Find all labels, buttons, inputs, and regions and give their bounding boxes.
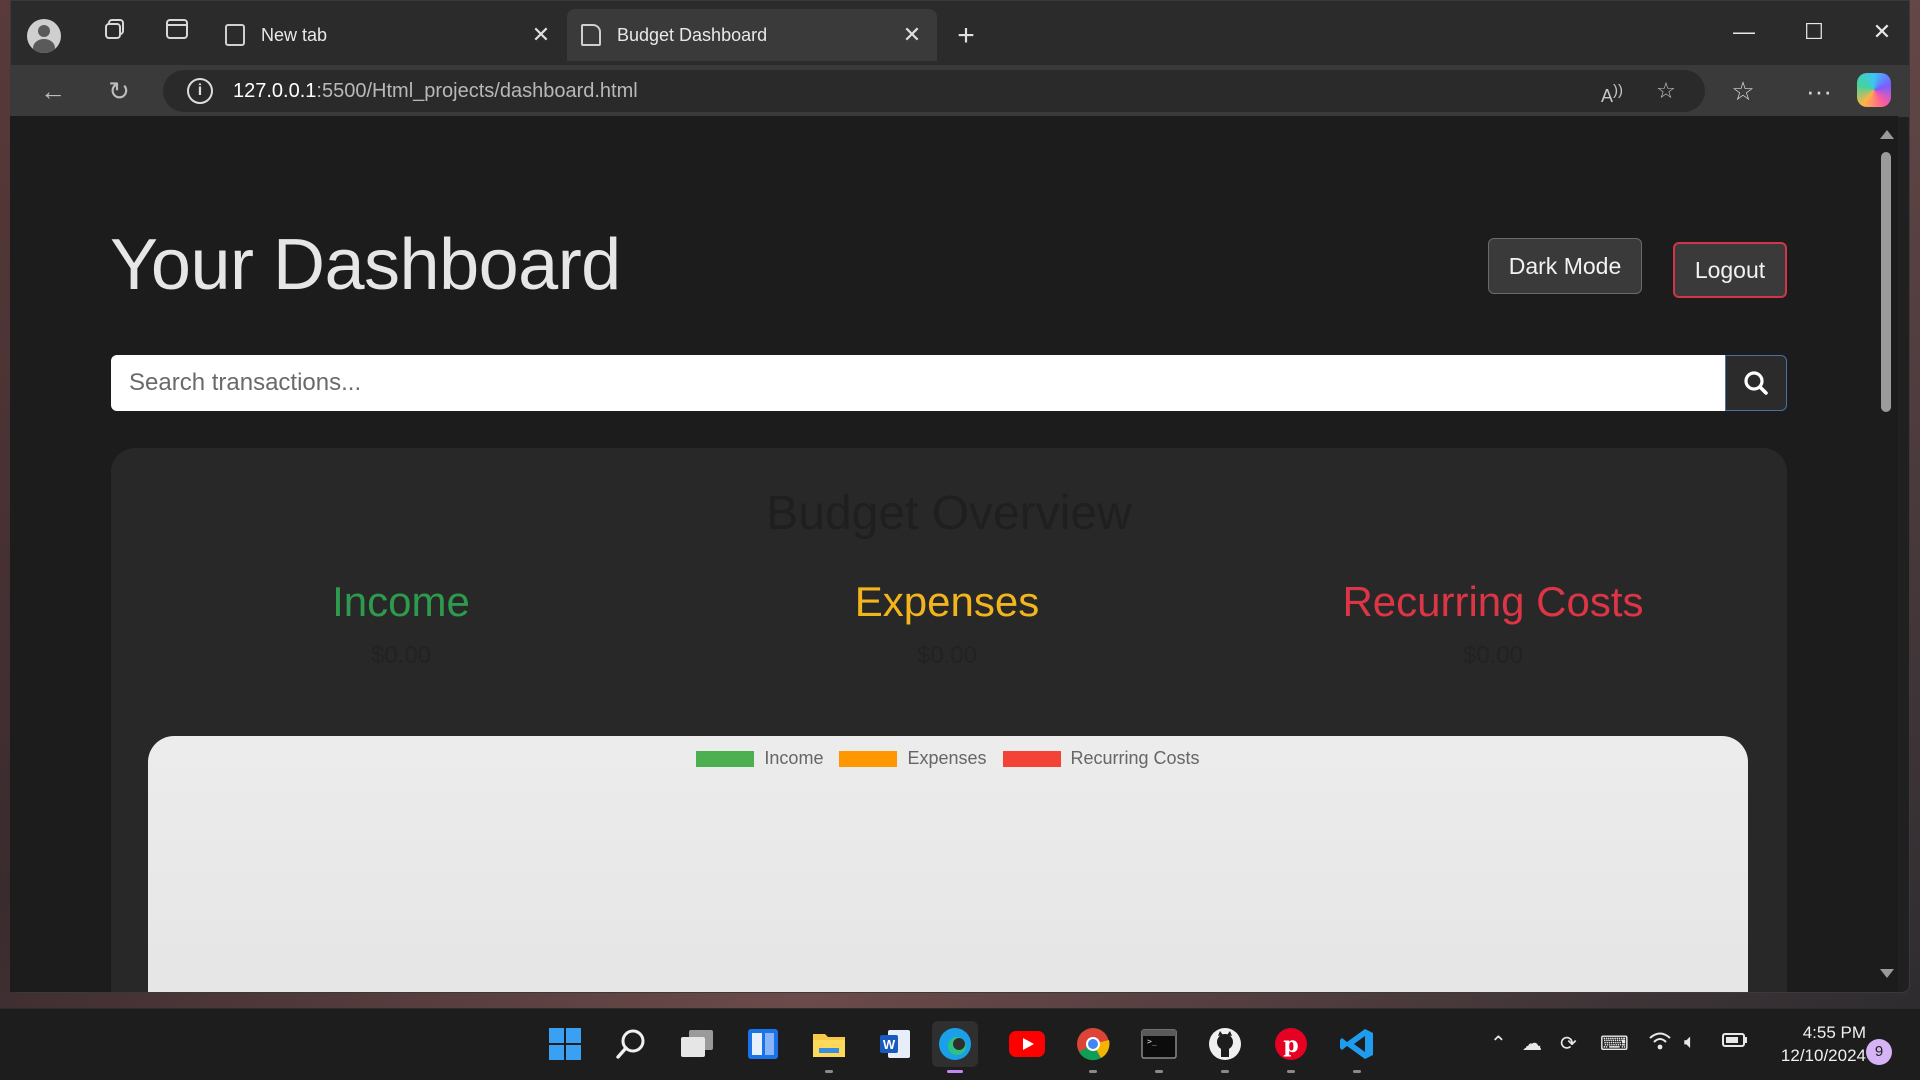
widgets-icon[interactable] [740, 1021, 786, 1067]
copilot-icon[interactable] [1857, 73, 1891, 107]
recurring-costs-label: Recurring Costs [1342, 578, 1644, 625]
budget-overview-card: Budget Overview Income $0.00 Expenses $0… [111, 448, 1787, 992]
expenses-stat: Expenses $0.00 [677, 578, 1217, 670]
favorites-icon[interactable]: ☆ [1725, 73, 1761, 109]
scroll-down-icon[interactable] [1880, 969, 1894, 978]
document-icon [581, 24, 601, 46]
new-tab-page-icon [225, 24, 245, 46]
legend-swatch [696, 750, 755, 767]
page-scrollbar[interactable] [1874, 116, 1898, 992]
url-host: 127.0.0.1 [233, 79, 317, 102]
vscode-icon[interactable] [1334, 1021, 1380, 1073]
legend-label: Recurring Costs [1070, 748, 1200, 768]
running-indicator [947, 1070, 963, 1073]
url-path: :5500/Html_projects/dashboard.html [316, 79, 638, 102]
legend-swatch [839, 750, 898, 767]
file-explorer-icon[interactable] [806, 1021, 852, 1073]
site-info-icon[interactable]: i [187, 78, 213, 104]
svg-text:W: W [883, 1037, 896, 1052]
legend-label: Income [764, 748, 824, 768]
github-icon[interactable] [1202, 1021, 1248, 1073]
running-indicator [1287, 1070, 1295, 1073]
onedrive-error-icon[interactable]: ☁ [1522, 1031, 1542, 1056]
running-indicator [1221, 1070, 1229, 1073]
pinterest-icon[interactable]: p [1268, 1021, 1314, 1073]
edge-icon[interactable] [932, 1021, 978, 1073]
chevron-up-icon[interactable]: ⌃ [1490, 1031, 1507, 1056]
tab-budget-dashboard[interactable]: Budget Dashboard ✕ [567, 9, 937, 61]
close-window-icon[interactable]: ✕ [1859, 15, 1905, 49]
recurring-costs-amount: $0.00 [1462, 642, 1524, 669]
svg-text:>_: >_ [1147, 1037, 1157, 1046]
svg-text:p: p [1283, 1032, 1298, 1058]
volume-icon[interactable]: 🔈︎ [1684, 1031, 1696, 1054]
expenses-label: Expenses [854, 578, 1040, 625]
back-icon[interactable]: ← [35, 73, 71, 109]
logout-button[interactable]: Logout [1673, 242, 1787, 298]
scrollbar-thumb[interactable] [1881, 152, 1891, 412]
tab-label: Budget Dashboard [617, 24, 768, 45]
income-amount: $0.00 [370, 642, 432, 669]
address-bar[interactable]: i 127.0.0.1:5500/Html_projects/dashboard… [163, 70, 1705, 112]
page-viewport: Your Dashboard Dark Mode Logout Budget O… [10, 116, 1874, 992]
terminal-icon[interactable]: >_ [1136, 1021, 1182, 1073]
system-clock[interactable]: 4:55 PM 12/10/2024 [1766, 1021, 1866, 1067]
expenses-amount: $0.00 [916, 642, 978, 669]
wifi-icon[interactable] [1648, 1031, 1672, 1057]
scroll-up-icon[interactable] [1880, 130, 1894, 139]
sync-icon[interactable]: ⟳ [1560, 1031, 1577, 1056]
income-stat: Income $0.00 [131, 578, 671, 670]
workspaces-icon[interactable] [99, 17, 131, 49]
start-icon[interactable] [542, 1021, 588, 1067]
legend-item-expenses[interactable]: Expenses [839, 748, 987, 769]
close-tab-icon[interactable]: ✕ [899, 22, 925, 48]
running-indicator [1155, 1070, 1163, 1073]
page-title: Your Dashboard [110, 225, 621, 305]
legend-label: Expenses [907, 748, 987, 768]
chart-legend: Income Expenses Recurring Costs [148, 748, 1748, 769]
browser-toolbar: ← ↻ i 127.0.0.1:5500/Html_projects/dashb… [11, 65, 1909, 117]
tab-label: New tab [261, 24, 328, 45]
running-indicator [825, 1070, 833, 1073]
refresh-icon[interactable]: ↻ [101, 73, 137, 109]
word-icon[interactable]: W [872, 1021, 918, 1067]
clock-time: 4:55 PM [1802, 1023, 1866, 1042]
running-indicator [1353, 1070, 1361, 1073]
running-indicator [1089, 1070, 1097, 1073]
search-button[interactable] [1725, 355, 1787, 411]
minimize-icon[interactable]: — [1721, 15, 1767, 49]
chrome-icon[interactable] [1070, 1021, 1116, 1073]
search-bar [111, 355, 1787, 411]
clock-date: 12/10/2024 [1780, 1046, 1866, 1065]
more-options-icon[interactable]: ··· [1801, 73, 1837, 109]
close-tab-icon[interactable]: ✕ [528, 22, 554, 48]
new-tab-button[interactable]: + [949, 19, 983, 53]
favorite-star-icon[interactable]: ☆ [1649, 74, 1683, 108]
search-input[interactable] [111, 355, 1725, 411]
income-label: Income [332, 578, 470, 625]
notification-badge[interactable]: 9 [1866, 1039, 1892, 1065]
vertical-tabs-icon[interactable] [161, 17, 193, 49]
recurring-costs-stat: Recurring Costs $0.00 [1223, 578, 1763, 670]
task-view-icon[interactable] [674, 1021, 720, 1067]
battery-icon[interactable] [1722, 1031, 1748, 1054]
profile-icon[interactable] [27, 19, 61, 53]
tab-new-tab[interactable]: New tab ✕ [211, 9, 566, 61]
legend-item-income[interactable]: Income [696, 748, 823, 769]
legend-swatch [1002, 750, 1061, 767]
taskbar: W >_ p ⌃ ☁ ⟳ ⌨ 🔈︎ 4:55 PM 12/10/2024 9 [0, 1008, 1920, 1080]
search-icon[interactable] [608, 1021, 654, 1067]
keyboard-icon[interactable]: ⌨ [1600, 1031, 1629, 1056]
dark-mode-button[interactable]: Dark Mode [1488, 238, 1642, 294]
read-aloud-icon[interactable]: A)) [1595, 74, 1629, 108]
maximize-icon[interactable]: ☐ [1791, 15, 1837, 49]
budget-chart: Income Expenses Recurring Costs [148, 736, 1748, 992]
tab-bar: New tab ✕ Budget Dashboard ✕ + — ☐ ✕ [11, 1, 1909, 65]
youtube-icon[interactable] [1004, 1021, 1050, 1067]
legend-item-recurring-costs[interactable]: Recurring Costs [1002, 748, 1200, 769]
search-icon [1744, 371, 1768, 395]
overview-title: Budget Overview [766, 487, 1132, 540]
